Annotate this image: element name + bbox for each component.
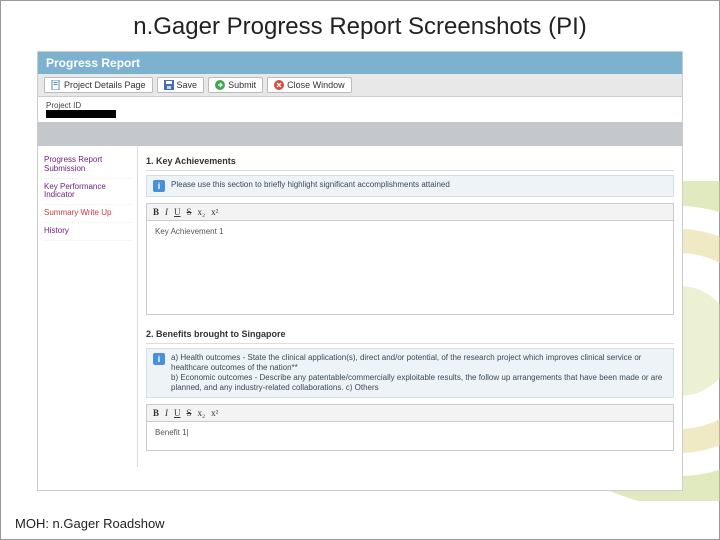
project-id-label: Project ID: [46, 101, 81, 110]
sidebar-item-summary[interactable]: Summary Write Up: [44, 205, 131, 223]
section-2-hint: i a) Health outcomes - State the clinica…: [146, 348, 674, 398]
save-button[interactable]: Save: [157, 77, 205, 93]
subscript-button[interactable]: x₂: [198, 207, 206, 217]
section-2-title: 2. Benefits brought to Singapore: [146, 325, 674, 344]
close-window-button[interactable]: Close Window: [267, 77, 352, 93]
slide-footer: MOH: n.Gager Roadshow: [15, 516, 165, 531]
section-1-hint: i Please use this section to briefly hig…: [146, 175, 674, 197]
section-1-title: 1. Key Achievements: [146, 152, 674, 171]
superscript-button[interactable]: x²: [211, 207, 218, 217]
bold-button[interactable]: B: [153, 408, 159, 418]
submit-label: Submit: [228, 80, 256, 90]
submit-button[interactable]: Submit: [208, 77, 263, 93]
app-screenshot: Progress Report Project Details Page Sav…: [37, 51, 683, 491]
close-label: Close Window: [287, 80, 345, 90]
sidebar-item-submission[interactable]: Progress Report Submission: [44, 152, 131, 179]
page-icon: [51, 80, 61, 90]
section-2-hint-text: a) Health outcomes - State the clinical …: [171, 353, 667, 393]
sidebar-item-kpi[interactable]: Key Performance Indicator: [44, 179, 131, 206]
editor-1-toolbar: B I U S x₂ x²: [146, 203, 674, 220]
close-icon: [274, 80, 284, 90]
superscript-button[interactable]: x²: [211, 408, 218, 418]
grey-band: [38, 122, 682, 146]
bold-button[interactable]: B: [153, 207, 159, 217]
disk-icon: [164, 80, 174, 90]
save-label: Save: [177, 80, 198, 90]
project-details-label: Project Details Page: [64, 80, 146, 90]
project-id-row: Project ID: [38, 97, 682, 122]
sidebar-item-history[interactable]: History: [44, 223, 131, 241]
editor-1-textarea[interactable]: Key Achievement 1: [146, 220, 674, 315]
main-content: 1. Key Achievements i Please use this se…: [138, 146, 682, 467]
strike-button[interactable]: S: [187, 207, 192, 217]
app-toolbar: Project Details Page Save Submit Close W…: [38, 74, 682, 97]
sidebar: Progress Report Submission Key Performan…: [38, 146, 138, 467]
project-id-redacted: [46, 110, 116, 118]
submit-icon: [215, 80, 225, 90]
subscript-button[interactable]: x₂: [198, 408, 206, 418]
italic-button[interactable]: I: [165, 408, 168, 418]
app-header: Progress Report: [38, 52, 682, 74]
editor-2-toolbar: B I U S x₂ x²: [146, 404, 674, 421]
strike-button[interactable]: S: [187, 408, 192, 418]
italic-button[interactable]: I: [165, 207, 168, 217]
info-icon: i: [153, 353, 165, 365]
info-icon: i: [153, 180, 165, 192]
underline-button[interactable]: U: [174, 207, 181, 217]
project-details-button[interactable]: Project Details Page: [44, 77, 153, 93]
slide-title: n.Gager Progress Report Screenshots (PI): [1, 13, 719, 41]
underline-button[interactable]: U: [174, 408, 181, 418]
section-1-hint-text: Please use this section to briefly highl…: [171, 180, 450, 192]
editor-2-textarea[interactable]: Benefit 1|: [146, 421, 674, 451]
